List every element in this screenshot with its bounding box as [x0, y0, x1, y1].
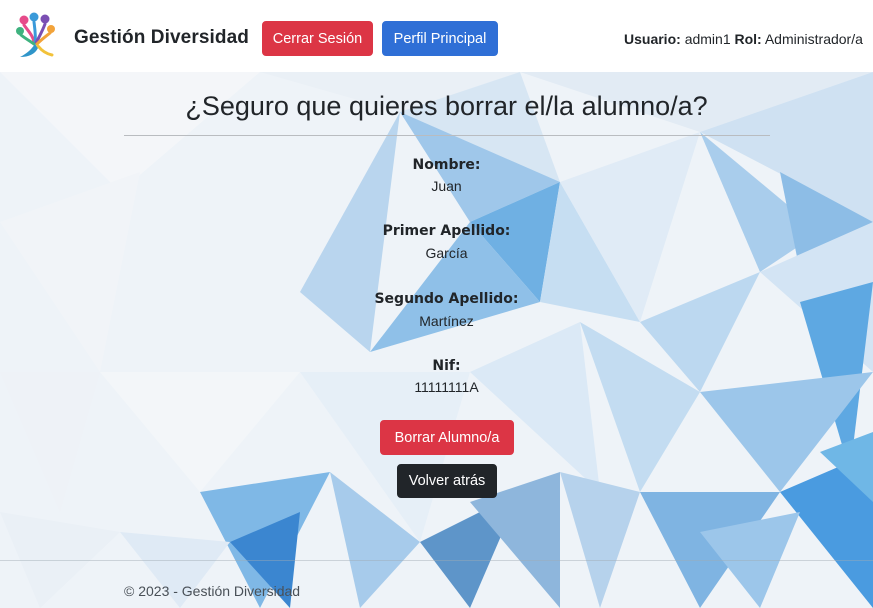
role-key: Rol:	[734, 31, 762, 47]
user-key: Usuario:	[624, 31, 681, 47]
field-label-nif: Nif:	[432, 358, 461, 374]
title-divider	[124, 135, 770, 136]
field-label-primer-apellido: Primer Apellido:	[382, 223, 511, 239]
field-value-nombre: Juan	[431, 178, 462, 194]
role-value: Administrador/a	[764, 31, 863, 47]
field-value-primer-apellido: García	[425, 245, 468, 261]
delete-student-button[interactable]: Borrar Alumno/a	[380, 420, 514, 455]
brand-title[interactable]: Gestión Diversidad	[74, 27, 249, 49]
user-info: Usuario: admin1 Rol: Administrador/a	[624, 31, 863, 47]
user-value: admin1	[684, 31, 731, 47]
delete-confirmation-panel: ¿Seguro que quieres borrar el/la alumno/…	[0, 72, 873, 608]
page-title: ¿Seguro que quieres borrar el/la alumno/…	[185, 91, 708, 121]
back-button[interactable]: Volver atrás	[397, 464, 497, 498]
footer-divider	[0, 560, 873, 561]
logout-button[interactable]: Cerrar Sesión	[262, 21, 373, 56]
main-profile-button[interactable]: Perfil Principal	[382, 21, 498, 56]
field-label-nombre: Nombre:	[412, 157, 481, 173]
footer-copyright: © 2023 - Gestión Diversidad	[124, 583, 301, 599]
field-value-nif: 11111111A	[414, 379, 479, 395]
field-value-segundo-apellido: Martínez	[419, 313, 474, 329]
field-label-segundo-apellido: Segundo Apellido:	[374, 291, 519, 307]
diversity-logo-icon[interactable]	[15, 12, 57, 60]
navbar: Gestión Diversidad Cerrar Sesión Perfil …	[0, 0, 873, 72]
